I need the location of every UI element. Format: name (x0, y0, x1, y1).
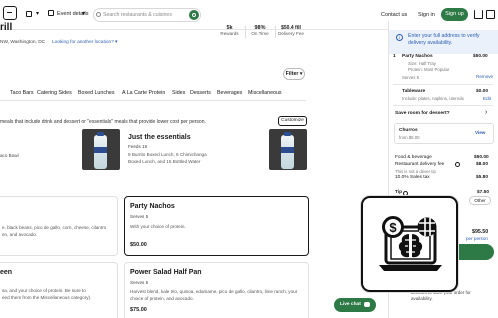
food-label: Food & beverage (395, 155, 432, 160)
tab-miscellaneous[interactable]: Miscellaneous (248, 90, 282, 96)
item-description: Harvest blend, kale trio, quinoa, edamam… (130, 289, 298, 301)
svg-text:$: $ (389, 220, 397, 235)
ai-finance-overlay-card: $ (361, 196, 458, 292)
item-title: een (0, 269, 13, 276)
tip-price: $7.50 (477, 190, 490, 195)
fee-price: $8.00 (476, 162, 489, 167)
cart-item-price: $50.00 (473, 54, 488, 59)
water-bottle-image (82, 129, 120, 170)
tableware-desc: Include: plates, napkins, utensils (402, 96, 464, 101)
per-person-link[interactable]: per person (466, 236, 488, 241)
search-input[interactable]: Search restaurants & cuisines (93, 8, 201, 22)
sign-in-link[interactable]: Sign in (418, 12, 435, 18)
stat-divider (245, 26, 246, 38)
item-serves: Serves 5 (130, 214, 149, 219)
item-description: sa, and your choice of protein. Be sure … (2, 288, 92, 300)
chat-icon (364, 302, 370, 307)
save-room-heading: Save room for dessert? (395, 111, 450, 116)
tab-a-la-carte-protein[interactable]: A La Carte Protein (122, 90, 165, 96)
tip-option-other[interactable]: Other (469, 196, 491, 205)
tab-sides[interactable]: Sides (172, 90, 185, 96)
chevron-down-icon: ▾ (115, 39, 118, 45)
edit-link[interactable]: Edit (483, 96, 491, 101)
stat-delivery-fee: $50.4 fill Delivery Fee (278, 25, 304, 36)
search-icon (96, 12, 101, 17)
stat-rewards: 5k Rewards (220, 25, 239, 36)
left-item-card-2[interactable]: een sa, and your choice of protein. Be s… (0, 262, 118, 318)
sign-up-button[interactable]: Sign up (441, 8, 468, 21)
stat-on-time: 98% On Time (251, 25, 269, 36)
stat-divider (275, 26, 276, 38)
search-button[interactable] (189, 10, 199, 20)
delivery-notice-text: Enter your full address to verify delive… (408, 33, 480, 46)
upsell-name: Churros (399, 128, 418, 133)
tab-taco-bars[interactable]: Taco Bars (10, 90, 34, 96)
chevron-down-icon[interactable]: ▾ (82, 10, 85, 17)
calendar-icon (48, 10, 54, 16)
upsell-price: from $5.00 (399, 135, 420, 140)
item-price: $75.00 (130, 307, 147, 313)
party-nachos-card[interactable]: Party Nachos Serves 5 With your choice o… (124, 196, 309, 256)
logo-icon[interactable] (3, 6, 17, 20)
tab-catering-sides[interactable]: Catering Sides (37, 90, 72, 96)
tableware-price: $0.00 (476, 89, 489, 94)
item-description: e, black beans, pico de gallo, corn, che… (2, 225, 107, 237)
power-salad-card[interactable]: Power Salad Half Pan Serves 5 Harvest bl… (124, 262, 309, 318)
header-filter-icon[interactable] (26, 11, 32, 17)
search-placeholder: Search restaurants & cuisines (103, 12, 172, 18)
tip-label: Tip (395, 190, 403, 195)
filter-button[interactable]: Filter ▾ (283, 68, 305, 80)
cart-item-qty: 1 (393, 54, 396, 59)
fee-label: Restaurant delivery fee (395, 162, 445, 167)
location-link[interactable]: Looking for another location? (52, 40, 114, 45)
chevron-down-icon[interactable]: ▾ (36, 10, 39, 17)
view-link[interactable]: View (475, 130, 485, 135)
item-serves: Serves 5 (130, 280, 149, 285)
essentials-serves: Feeds 15 (128, 144, 148, 149)
tab-boxed-lunches[interactable]: Boxed Lunches (78, 90, 115, 96)
info-icon[interactable] (455, 162, 460, 167)
chevron-right-icon[interactable]: › (485, 109, 487, 116)
item-title: Party Nachos (130, 203, 175, 210)
tableware-label: Tableware (402, 89, 426, 94)
cart-item-option: Size: Half Tray (408, 61, 436, 66)
expand-icon[interactable] (486, 10, 495, 19)
cart-item-name: Party Nachos (402, 54, 433, 59)
divider (393, 105, 493, 106)
tab-beverages[interactable]: Beverages (217, 90, 242, 96)
fee-note: This is not a driver tip (395, 169, 436, 174)
cart-item-serves: Serves 5 (402, 75, 419, 80)
item-price: $50.00 (130, 242, 147, 248)
tax-label: 10.0% Sales tax (395, 175, 430, 180)
search-icon (191, 12, 196, 17)
item-description: With your choice of protein. (130, 224, 186, 229)
tax-price: $5.80 (476, 175, 489, 180)
section-note: meals that include drink and dessert or … (0, 119, 206, 125)
live-chat-button[interactable]: Live chat (334, 298, 376, 312)
tab-desserts[interactable]: Desserts (190, 90, 211, 96)
total-price: $95.50 (472, 229, 489, 235)
left-item-card-1[interactable]: e, black beans, pico de gallo, corn, che… (0, 196, 118, 256)
food-price: $50.00 (474, 155, 489, 160)
essentials-title: Just the essentials (128, 134, 191, 141)
upsell-card[interactable]: Churros from $5.00 View (394, 123, 494, 144)
category-tabs: Taco Bars Catering Sides Boxed Lunches A… (0, 89, 306, 101)
water-bottle-image (269, 129, 307, 170)
remove-link[interactable]: Remove (476, 74, 493, 79)
item-title: Power Salad Half Pan (130, 269, 202, 276)
restaurant-title: rill (0, 22, 13, 33)
ai-brain-laptop-icon: $ (379, 216, 442, 271)
left-card-text: aco Bowl (0, 153, 19, 158)
essentials-desc: 9 Burrito Boxed Lunch, 6 Chimichanga Box… (128, 152, 207, 164)
info-icon: i (396, 34, 403, 41)
divider (393, 84, 493, 85)
restaurant-address: NW, Washington, DC (0, 40, 46, 45)
cart-item-option: Protein: Most Popular (408, 67, 450, 72)
customize-button[interactable]: Customize (278, 116, 307, 126)
account-note: availability. (411, 296, 433, 301)
chevron-down-icon: ▾ (299, 71, 303, 77)
contact-us-link[interactable]: Contact us (381, 12, 407, 18)
cart-icon[interactable] (474, 10, 483, 19)
